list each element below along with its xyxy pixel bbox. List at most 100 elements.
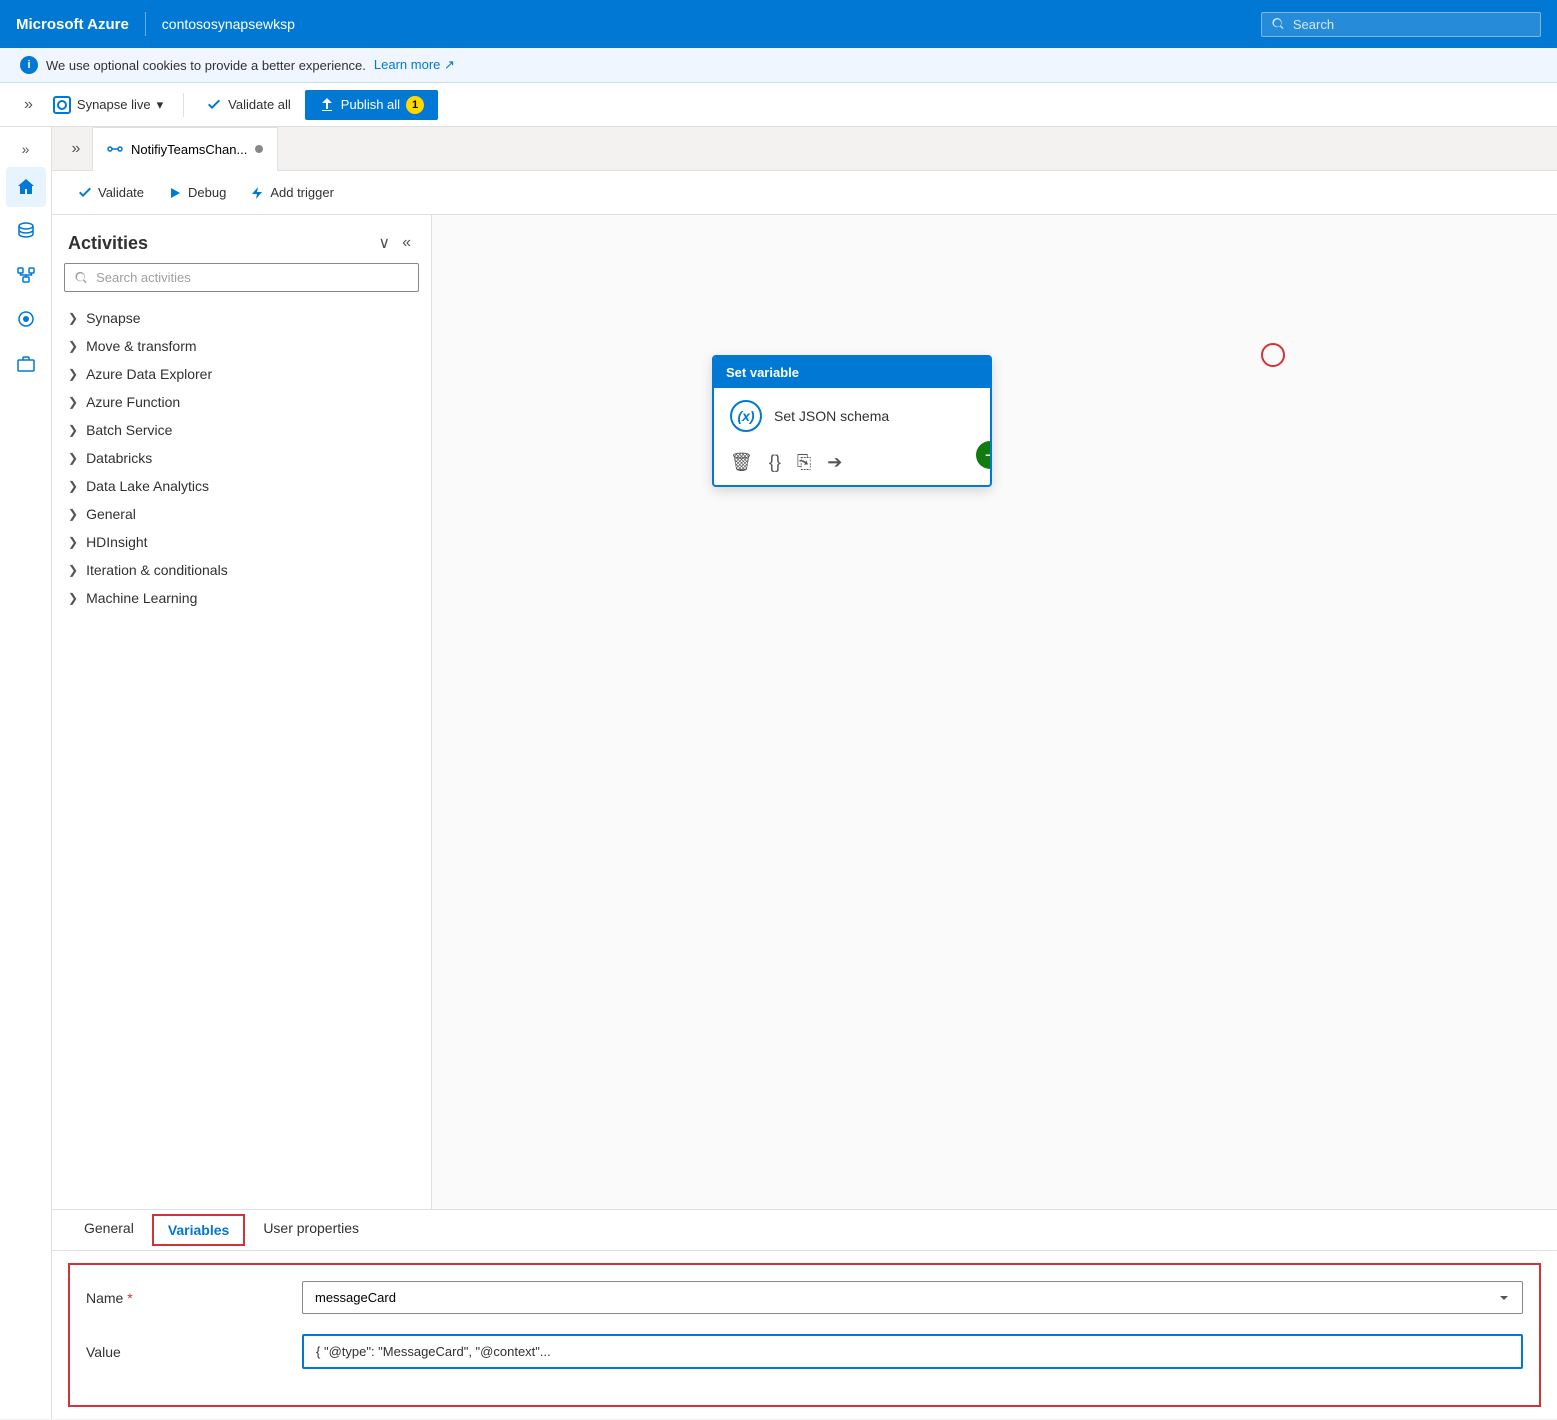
card-actions: 🗑 {} ⎘ ➔: [714, 444, 990, 485]
copy-btn[interactable]: ⎘: [797, 452, 811, 473]
search-box[interactable]: [1261, 12, 1541, 37]
chevron-right-icon: ❯: [68, 507, 78, 521]
bottom-tabs: General Variables User properties: [52, 1210, 1557, 1251]
activity-group-general[interactable]: ❯General: [52, 500, 431, 528]
tab-user-properties[interactable]: User properties: [247, 1210, 375, 1250]
pipeline-tab[interactable]: NotifiyTeamsChan...: [92, 127, 278, 171]
sidebar-home-btn[interactable]: [6, 167, 46, 207]
error-indicator: [1261, 343, 1285, 367]
database-icon: [16, 221, 36, 241]
search-icon: [1272, 17, 1285, 31]
activity-group-synapse[interactable]: ❯Synapse: [52, 304, 431, 332]
activities-canvas: Activities ∨ « ❯Synapse❯Move & transform…: [52, 215, 1557, 1209]
tab-expand-btn[interactable]: »: [60, 127, 92, 171]
activity-group-label: Iteration & conditionals: [86, 562, 228, 578]
add-activity-btn[interactable]: ➔: [827, 452, 842, 473]
activity-group-machine-learning[interactable]: ❯ Machine Learning: [52, 584, 431, 612]
info-icon: i: [20, 56, 38, 74]
card-body: (x) Set JSON schema ➔: [714, 388, 990, 444]
collapse-activities-btn[interactable]: ∨: [374, 231, 394, 255]
activities-controls: ∨ «: [374, 231, 415, 255]
activity-group-label: Move & transform: [86, 338, 196, 354]
validate-btn[interactable]: Validate: [68, 181, 154, 204]
chevron-down-icon: ▾: [157, 97, 164, 113]
variables-form: Name * messageCard Value { "@type": "Mes…: [68, 1263, 1541, 1407]
activity-group-iteration--conditionals[interactable]: ❯ Iteration & conditionals: [52, 556, 431, 584]
activity-group-azure-data-explorer[interactable]: ❯ Azure Data Explorer: [52, 360, 431, 388]
activity-group-data-lake-analytics[interactable]: ❯ Data Lake Analytics: [52, 472, 431, 500]
chevron-right-icon: ❯: [68, 563, 78, 577]
search-input[interactable]: [1293, 17, 1530, 32]
code-btn[interactable]: {}: [769, 452, 781, 473]
learn-more-link[interactable]: Learn more ↗: [374, 57, 455, 73]
chevron-right-icon: ❯: [68, 395, 78, 409]
delete-btn[interactable]: 🗑: [730, 452, 753, 473]
activity-group-label: Azure Function: [86, 394, 180, 410]
sidebar-expand-btn[interactable]: »: [6, 135, 46, 163]
chevron-right-icon: ❯: [68, 367, 78, 381]
chevron-right-icon: ❯: [68, 339, 78, 353]
name-label: Name *: [86, 1290, 286, 1306]
chevron-right-icon: ❯: [68, 479, 78, 493]
name-row: Name * messageCard: [86, 1281, 1523, 1314]
tab-unsaved-dot: [255, 145, 263, 153]
cookie-banner: i We use optional cookies to provide a b…: [0, 48, 1557, 83]
card-header: Set variable: [714, 357, 990, 388]
debug-btn[interactable]: Debug: [158, 181, 236, 204]
pipeline-tab-icon: [107, 141, 123, 157]
validate-icon: [206, 97, 222, 113]
synapse-live-btn[interactable]: Synapse live ▾: [45, 92, 171, 118]
activity-group-databricks[interactable]: ❯Databricks: [52, 444, 431, 472]
tab-variables[interactable]: Variables: [152, 1214, 246, 1246]
search-activities-input[interactable]: [96, 270, 408, 285]
tab-bar: » NotifiyTeamsChan...: [52, 127, 1557, 171]
activity-group-label: Azure Data Explorer: [86, 366, 212, 382]
briefcase-icon: [16, 353, 36, 373]
activity-group-label: Synapse: [86, 310, 140, 326]
activities-list: ❯Synapse❯Move & transform❯Azure Data Exp…: [52, 304, 431, 612]
checkmark-icon: [78, 186, 92, 200]
sidebar-data-btn[interactable]: [6, 211, 46, 251]
topbar-divider: [145, 12, 146, 36]
canvas-area[interactable]: Set variable (x) Set JSON schema ➔ 🗑 {} …: [432, 215, 1557, 1209]
publish-all-btn[interactable]: Publish all 1: [305, 90, 438, 120]
validate-all-btn[interactable]: Validate all: [196, 93, 301, 117]
value-input[interactable]: { "@type": "MessageCard", "@context"...: [302, 1334, 1523, 1369]
search-activities-container[interactable]: [64, 263, 419, 292]
chevron-right-icon: ❯: [68, 591, 78, 605]
activity-group-move--transform[interactable]: ❯ Move & transform: [52, 332, 431, 360]
home-icon: [16, 177, 36, 197]
activity-group-label: Data Lake Analytics: [86, 478, 209, 494]
sidebar-integrate-btn[interactable]: [6, 255, 46, 295]
play-icon: [168, 186, 182, 200]
search-activities-icon: [75, 271, 88, 285]
integrate-icon: [16, 265, 36, 285]
synapse-icon: [53, 96, 71, 114]
activity-group-azure-function[interactable]: ❯ Azure Function: [52, 388, 431, 416]
chevron-right-icon: ❯: [68, 451, 78, 465]
required-marker: *: [127, 1290, 132, 1306]
activity-group-hdinsight[interactable]: ❯HDInsight: [52, 528, 431, 556]
add-trigger-btn[interactable]: Add trigger: [240, 181, 344, 204]
close-activities-btn[interactable]: «: [398, 231, 415, 255]
activity-group-batch-service[interactable]: ❯Batch Service: [52, 416, 431, 444]
toolbar-separator-1: [183, 93, 184, 117]
name-select[interactable]: messageCard: [302, 1281, 1523, 1314]
workspace-name: contososynapsewksp: [162, 16, 295, 32]
sidebar-manage-btn[interactable]: [6, 343, 46, 383]
chevron-right-icon: ❯: [68, 423, 78, 437]
pipeline-toolbar: Validate Debug Add trigger: [52, 171, 1557, 215]
publish-badge: 1: [406, 96, 424, 114]
monitor-icon: [16, 309, 36, 329]
publish-icon: [319, 97, 335, 113]
sidebar-monitor-btn[interactable]: [6, 299, 46, 339]
collapse-sidebar-btn[interactable]: »: [16, 92, 41, 118]
topbar: Microsoft Azure contososynapsewksp: [0, 0, 1557, 48]
cookie-text: We use optional cookies to provide a bet…: [46, 58, 366, 73]
sub-toolbar: » Synapse live ▾ Validate all Publish al…: [0, 83, 1557, 127]
tab-variables-wrapper: Variables: [150, 1210, 248, 1250]
set-variable-card[interactable]: Set variable (x) Set JSON schema ➔ 🗑 {} …: [712, 355, 992, 487]
activities-panel: Activities ∨ « ❯Synapse❯Move & transform…: [52, 215, 432, 1209]
activity-group-label: Machine Learning: [86, 590, 197, 606]
tab-general[interactable]: General: [68, 1210, 150, 1250]
